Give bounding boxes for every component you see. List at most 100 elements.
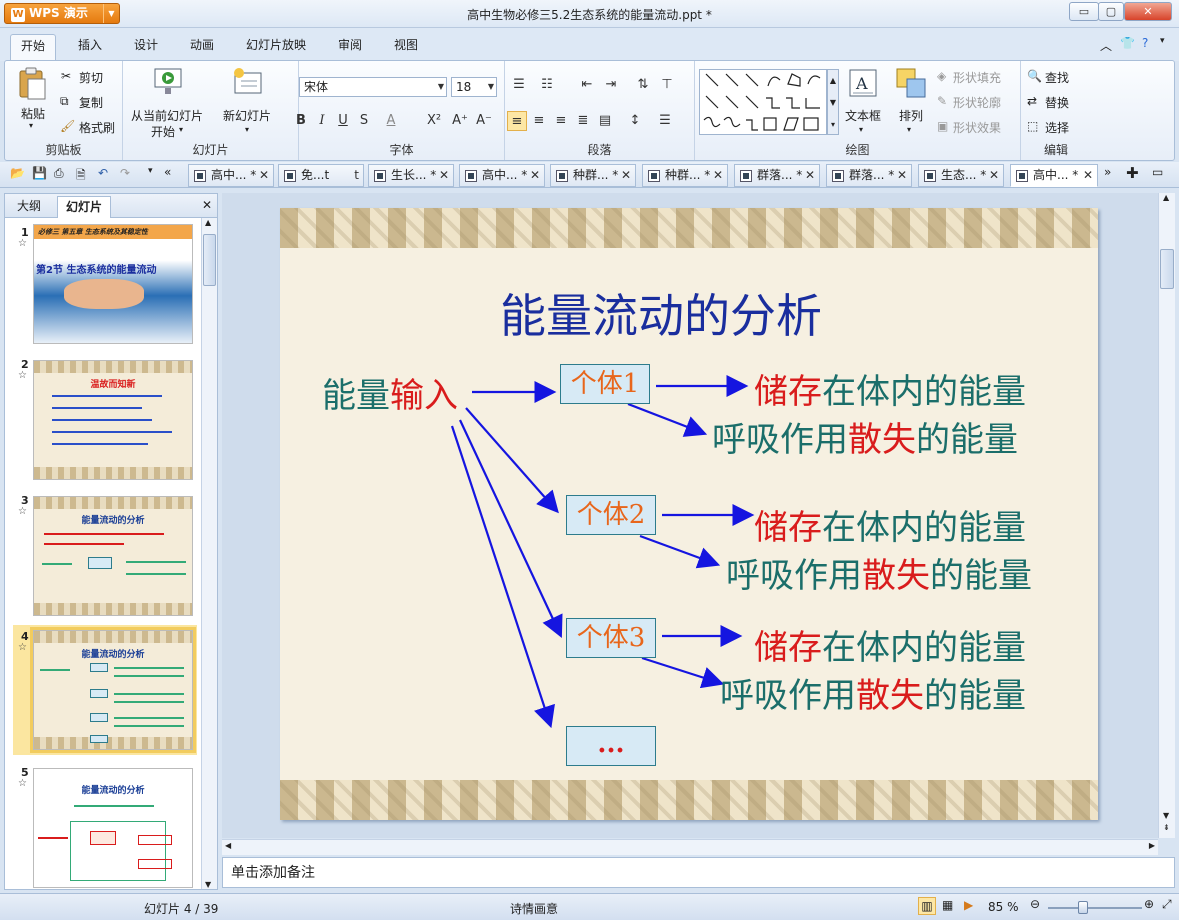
individual-box-1[interactable]: 个体1 — [560, 364, 650, 404]
tab-view[interactable]: 视图 — [384, 34, 428, 58]
stored-energy-2[interactable]: 储存在体内的能量 — [754, 500, 1026, 549]
shrink-font-icon[interactable]: A⁻ — [474, 111, 494, 131]
stored-energy-1[interactable]: 储存在体内的能量 — [754, 364, 1026, 413]
zoom-slider-thumb[interactable] — [1078, 901, 1088, 914]
notes-input[interactable]: 单击添加备注 — [222, 857, 1175, 888]
tab-list-icon[interactable]: ▭ — [1152, 165, 1163, 179]
tab-slides[interactable]: 幻灯片 — [57, 196, 112, 218]
close-tab-icon[interactable]: ✕ — [1083, 165, 1093, 186]
textbox-icon[interactable]: A — [847, 67, 881, 101]
lost-energy-3[interactable]: 呼吸作用散失的能量 — [720, 668, 1026, 717]
arrange-button[interactable]: 排列 — [899, 107, 923, 124]
underline-button[interactable]: U — [333, 111, 353, 131]
new-slide-button[interactable]: 新幻灯片 — [223, 107, 271, 124]
close-tab-icon[interactable]: ✕ — [897, 165, 907, 186]
collapse-ribbon-icon[interactable]: ︿ — [1100, 37, 1112, 54]
doc-tab[interactable]: 高中... * ✕ — [459, 164, 545, 187]
align-left-icon[interactable]: ≡ — [507, 111, 527, 131]
tab-animation[interactable]: 动画 — [180, 34, 224, 58]
individual-box-2[interactable]: 个体2 — [566, 495, 656, 535]
slide-horizontal-scrollbar[interactable]: ◀ ▶ — [222, 839, 1158, 855]
line-spacing-icon[interactable]: ↕ — [625, 111, 645, 131]
redo-icon[interactable]: ↷ — [120, 166, 130, 180]
paste-button[interactable]: 粘贴 — [21, 105, 45, 122]
zoom-in-icon[interactable]: ⊕ — [1144, 897, 1154, 911]
help-icon[interactable]: ? — [1142, 36, 1148, 50]
zoom-slider[interactable] — [1048, 907, 1142, 909]
shape-effect-button[interactable]: 形状效果 — [953, 119, 1001, 136]
font-name-select[interactable]: 宋体 ▼ — [299, 77, 447, 97]
stored-energy-3[interactable]: 储存在体内的能量 — [754, 620, 1026, 669]
textbox-button[interactable]: 文本框 — [845, 107, 881, 124]
doc-tab[interactable]: 高中... * ✕ — [188, 164, 274, 187]
bullets-icon[interactable]: ☰ — [509, 75, 529, 95]
doc-tab[interactable]: 生长... * ✕ — [368, 164, 454, 187]
slide-thumbnail-3[interactable]: 能量流动的分析 — [33, 496, 193, 616]
chevron-down-icon[interactable]: ▾ — [29, 121, 33, 130]
superscript-icon[interactable]: X² — [424, 111, 444, 131]
align-text-icon[interactable]: ⊤ — [657, 75, 677, 95]
chevron-down-icon[interactable]: ▾ — [245, 125, 249, 134]
thumbnail-scrollbar[interactable]: ▲ ▼ — [201, 218, 217, 889]
paste-icon[interactable] — [17, 67, 47, 101]
maximize-button[interactable]: ▢ — [1098, 2, 1124, 21]
tab-outline[interactable]: 大纲 — [9, 196, 49, 218]
print-icon[interactable]: ⎙ — [54, 166, 64, 181]
scrollbar-thumb[interactable] — [1160, 249, 1174, 289]
shape-outline-button[interactable]: 形状轮廓 — [953, 94, 1001, 111]
minimize-button[interactable]: ▭ — [1069, 2, 1099, 21]
close-tab-icon[interactable]: ✕ — [259, 165, 269, 186]
close-tab-icon[interactable]: ✕ — [713, 165, 723, 186]
doc-tab[interactable]: 免...t t — [278, 164, 364, 187]
new-slide-icon[interactable] — [231, 67, 265, 97]
copy-button[interactable]: 复制 — [79, 94, 103, 111]
slide-sorter-icon[interactable]: ▦ — [942, 898, 953, 912]
strikethrough-button[interactable]: S — [354, 111, 374, 131]
decrease-indent-icon[interactable]: ⇤ — [577, 75, 597, 95]
doc-tab[interactable]: 群落... * ✕ — [826, 164, 912, 187]
undo-icon[interactable]: ↶ — [98, 166, 108, 180]
close-tab-icon[interactable]: ✕ — [439, 165, 449, 186]
zoom-out-icon[interactable]: ⊖ — [1030, 897, 1040, 911]
tab-review[interactable]: 审阅 — [328, 34, 372, 58]
doc-tab-active[interactable]: 高中... * ✕ — [1010, 164, 1098, 187]
chevron-down-icon[interactable]: ▾ — [907, 125, 911, 134]
slide-thumbnail-4[interactable]: 能量流动的分析 — [30, 627, 196, 753]
close-panel-icon[interactable]: ✕ — [202, 198, 212, 212]
print-preview-icon[interactable]: 🗎 — [76, 166, 86, 187]
slideshow-icon[interactable]: ▶ — [964, 898, 973, 912]
slide-thumbnail-1[interactable]: 必修三 第五章 生态系统及其稳定性 第2节 生态系统的能量流动 — [33, 224, 193, 344]
open-folder-icon[interactable]: 📂 — [10, 166, 25, 180]
text-direction-icon[interactable]: ⇅ — [633, 75, 653, 95]
cut-button[interactable]: 剪切 — [79, 69, 103, 86]
italic-button[interactable]: I — [312, 111, 332, 131]
save-icon[interactable]: 💾 — [32, 166, 47, 180]
new-tab-icon[interactable]: ✚ — [1126, 164, 1139, 182]
tab-insert[interactable]: 插入 — [68, 34, 112, 58]
bold-button[interactable]: B — [291, 111, 311, 131]
grow-font-icon[interactable]: A⁺ — [450, 111, 470, 131]
chevron-down-icon[interactable]: ▾ — [1160, 36, 1165, 46]
font-size-select[interactable]: 18 ▼ — [451, 77, 497, 97]
customize-toolbar-icon[interactable]: ▾ — [148, 166, 153, 176]
shape-fill-button[interactable]: 形状填充 — [953, 69, 1001, 86]
skin-icon[interactable]: 👕 — [1120, 36, 1135, 50]
close-tab-icon[interactable]: t — [354, 165, 359, 186]
slide-thumbnail-2[interactable]: 温故而知新 — [33, 360, 193, 480]
scrollbar-thumb[interactable] — [203, 234, 216, 286]
close-tab-icon[interactable]: ✕ — [621, 165, 631, 186]
more-individuals-box[interactable]: ... — [566, 726, 656, 766]
distribute-icon[interactable]: ▤ — [595, 111, 615, 131]
doc-tab[interactable]: 种群... * ✕ — [550, 164, 636, 187]
slide-vertical-scrollbar[interactable]: ▲ ▼ ⇟ — [1158, 193, 1175, 838]
close-tab-icon[interactable]: ✕ — [989, 165, 999, 186]
fit-window-icon[interactable]: ⤢ — [1162, 897, 1172, 912]
format-painter-button[interactable]: 格式刷 — [79, 119, 115, 136]
align-center-icon[interactable]: ≡ — [529, 111, 549, 131]
chevron-down-icon[interactable]: ▾ — [859, 125, 863, 134]
select-button[interactable]: 选择 — [1045, 119, 1069, 136]
lost-energy-1[interactable]: 呼吸作用散失的能量 — [712, 412, 1018, 461]
gallery-scroll[interactable]: ▲ ▼ ▾ — [827, 69, 839, 135]
paragraph-settings-icon[interactable]: ☰ — [655, 111, 675, 131]
tab-slideshow[interactable]: 幻灯片放映 — [236, 34, 316, 58]
